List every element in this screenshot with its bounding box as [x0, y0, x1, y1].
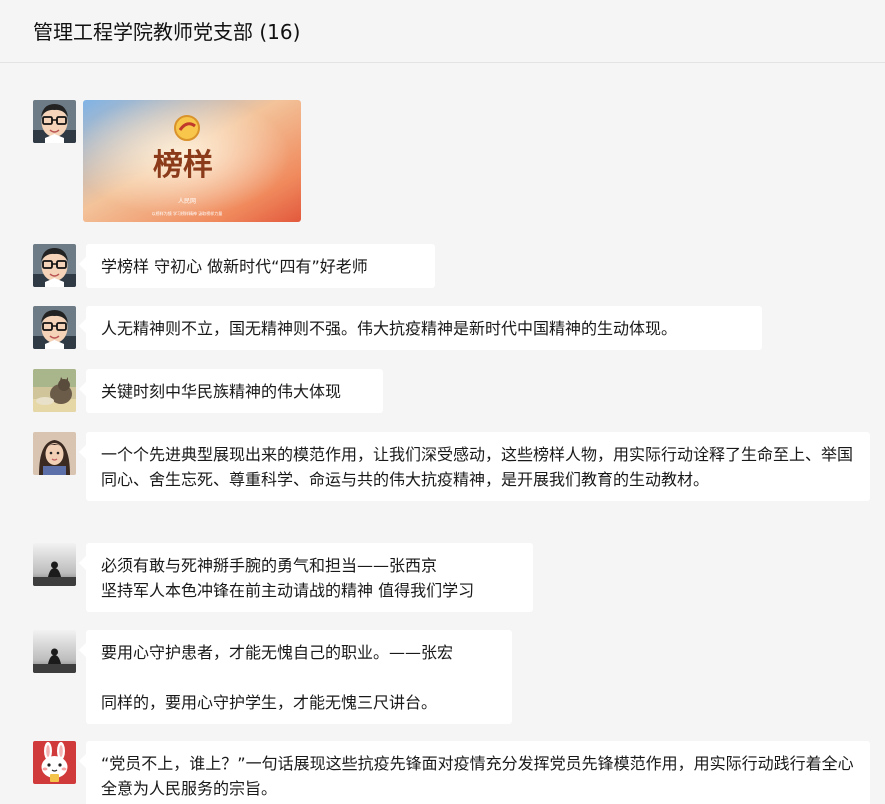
chat-header: 管理工程学院教师党支部 (16) [0, 0, 885, 63]
girl-photo-avatar[interactable] [33, 432, 76, 475]
message-bubble[interactable]: 关键时刻中华民族精神的伟大体现 [86, 369, 383, 413]
message-bubble[interactable]: 学榜样 守初心 做新时代“四有”好老师 [86, 244, 435, 288]
message-bubble[interactable]: 人无精神则不立，国无精神则不强。伟大抗疫精神是新时代中国精神的生动体现。 [86, 306, 762, 350]
poster-logo-text: 人民网 [178, 198, 196, 205]
poster-caption-text: 以榜样为镜 学习榜样精神 汲取榜样力量 [152, 210, 223, 216]
cartoon-glasses-man-avatar[interactable] [33, 306, 76, 349]
silhouette-photo-avatar[interactable] [33, 630, 76, 673]
chat-message-list[interactable]: 榜样 人民网 以榜样为镜 学习榜样精神 汲取榜样力量 学榜样 守初心 做新时代“… [0, 64, 885, 804]
chat-title: 管理工程学院教师党支部 (16) [33, 20, 301, 44]
message-bubble[interactable]: 必须有敢与死神掰手腕的勇气和担当——张西京 坚持军人本色冲锋在前主动请战的精神 … [86, 543, 533, 612]
cartoon-glasses-man-avatar[interactable] [33, 244, 76, 287]
cat-photo-avatar[interactable] [33, 369, 76, 412]
rabbit-cartoon-avatar[interactable] [33, 741, 76, 784]
message-bubble[interactable]: “党员不上，谁上？”一句话展现这些抗疫先锋面对疫情充分发挥党员先锋模范作用，用实… [86, 741, 870, 804]
cartoon-glasses-man-avatar[interactable] [33, 100, 76, 143]
image-message-poster[interactable]: 榜样 人民网 以榜样为镜 学习榜样精神 汲取榜样力量 [83, 100, 301, 222]
message-bubble[interactable]: 要用心守护患者，才能无愧自己的职业。——张宏 同样的，要用心守护学生，才能无愧三… [86, 630, 512, 724]
message-bubble[interactable]: 一个个先进典型展现出来的模范作用，让我们深受感动，这些榜样人物，用实际行动诠释了… [86, 432, 870, 501]
poster-title-text: 榜样 [153, 148, 213, 183]
silhouette-photo-avatar[interactable] [33, 543, 76, 586]
